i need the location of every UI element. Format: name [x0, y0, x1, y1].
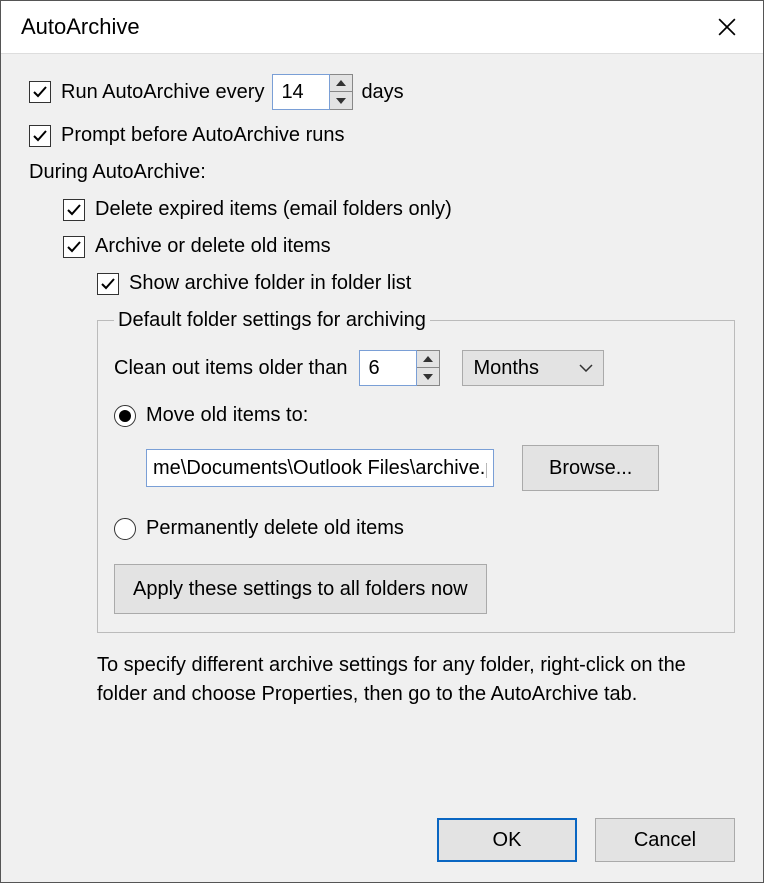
run-every-label-before: Run AutoArchive every	[61, 81, 264, 104]
age-input[interactable]	[359, 350, 417, 386]
clean-out-label: Clean out items older than	[114, 357, 347, 380]
during-label: During AutoArchive:	[29, 161, 735, 184]
check-icon	[32, 128, 48, 144]
group-legend: Default folder settings for archiving	[114, 309, 430, 332]
note-text: To specify different archive settings fo…	[97, 651, 735, 709]
default-folder-settings-group: Default folder settings for archiving Cl…	[97, 309, 735, 633]
check-icon	[66, 239, 82, 255]
check-icon	[100, 276, 116, 292]
move-path-row: Browse...	[146, 445, 718, 491]
archive-delete-label: Archive or delete old items	[95, 235, 331, 258]
delete-expired-checkbox[interactable]	[63, 199, 85, 221]
check-icon	[66, 202, 82, 218]
clean-out-row: Clean out items older than Months	[114, 350, 718, 386]
dialog-body: Run AutoArchive every days Prompt before…	[1, 53, 763, 882]
delete-expired-label: Delete expired items (email folders only…	[95, 198, 452, 221]
perm-delete-label: Permanently delete old items	[146, 517, 404, 540]
days-spin-up[interactable]	[330, 75, 352, 92]
autoarchive-dialog: AutoArchive Run AutoArchive every days	[0, 0, 764, 883]
archive-delete-checkbox[interactable]	[63, 236, 85, 258]
chevron-up-icon	[336, 80, 346, 86]
close-button[interactable]	[707, 9, 747, 45]
age-spinner	[359, 350, 440, 386]
close-icon	[718, 18, 736, 36]
unit-selected: Months	[473, 357, 539, 380]
age-spin-up[interactable]	[417, 351, 439, 368]
run-every-label-after: days	[361, 81, 403, 104]
archive-path-input[interactable]	[146, 449, 494, 487]
dialog-title: AutoArchive	[21, 14, 140, 40]
ok-button[interactable]: OK	[437, 818, 577, 862]
check-icon	[32, 84, 48, 100]
apply-all-button[interactable]: Apply these settings to all folders now	[114, 564, 487, 614]
titlebar: AutoArchive	[1, 1, 763, 53]
perm-delete-radio[interactable]	[114, 518, 136, 540]
show-folder-row: Show archive folder in folder list	[97, 272, 735, 295]
chevron-up-icon	[423, 356, 433, 362]
days-input[interactable]	[272, 74, 330, 110]
unit-combobox[interactable]: Months	[462, 350, 604, 386]
days-spinner	[272, 74, 353, 110]
browse-button[interactable]: Browse...	[522, 445, 659, 491]
chevron-down-icon	[579, 364, 593, 372]
show-folder-checkbox[interactable]	[97, 273, 119, 295]
archive-delete-row: Archive or delete old items	[63, 235, 735, 258]
age-spin-down[interactable]	[417, 368, 439, 385]
delete-expired-row: Delete expired items (email folders only…	[63, 198, 735, 221]
footer-buttons: OK Cancel	[437, 818, 735, 862]
days-spin-down[interactable]	[330, 92, 352, 109]
chevron-down-icon	[336, 98, 346, 104]
prompt-row: Prompt before AutoArchive runs	[29, 124, 735, 147]
move-radio[interactable]	[114, 405, 136, 427]
run-every-checkbox[interactable]	[29, 81, 51, 103]
run-every-row: Run AutoArchive every days	[29, 74, 735, 110]
prompt-label: Prompt before AutoArchive runs	[61, 124, 344, 147]
cancel-button[interactable]: Cancel	[595, 818, 735, 862]
prompt-checkbox[interactable]	[29, 125, 51, 147]
move-label: Move old items to:	[146, 404, 308, 427]
chevron-down-icon	[423, 374, 433, 380]
perm-delete-row: Permanently delete old items	[114, 517, 718, 540]
move-radio-row: Move old items to:	[114, 404, 718, 427]
show-folder-label: Show archive folder in folder list	[129, 272, 411, 295]
